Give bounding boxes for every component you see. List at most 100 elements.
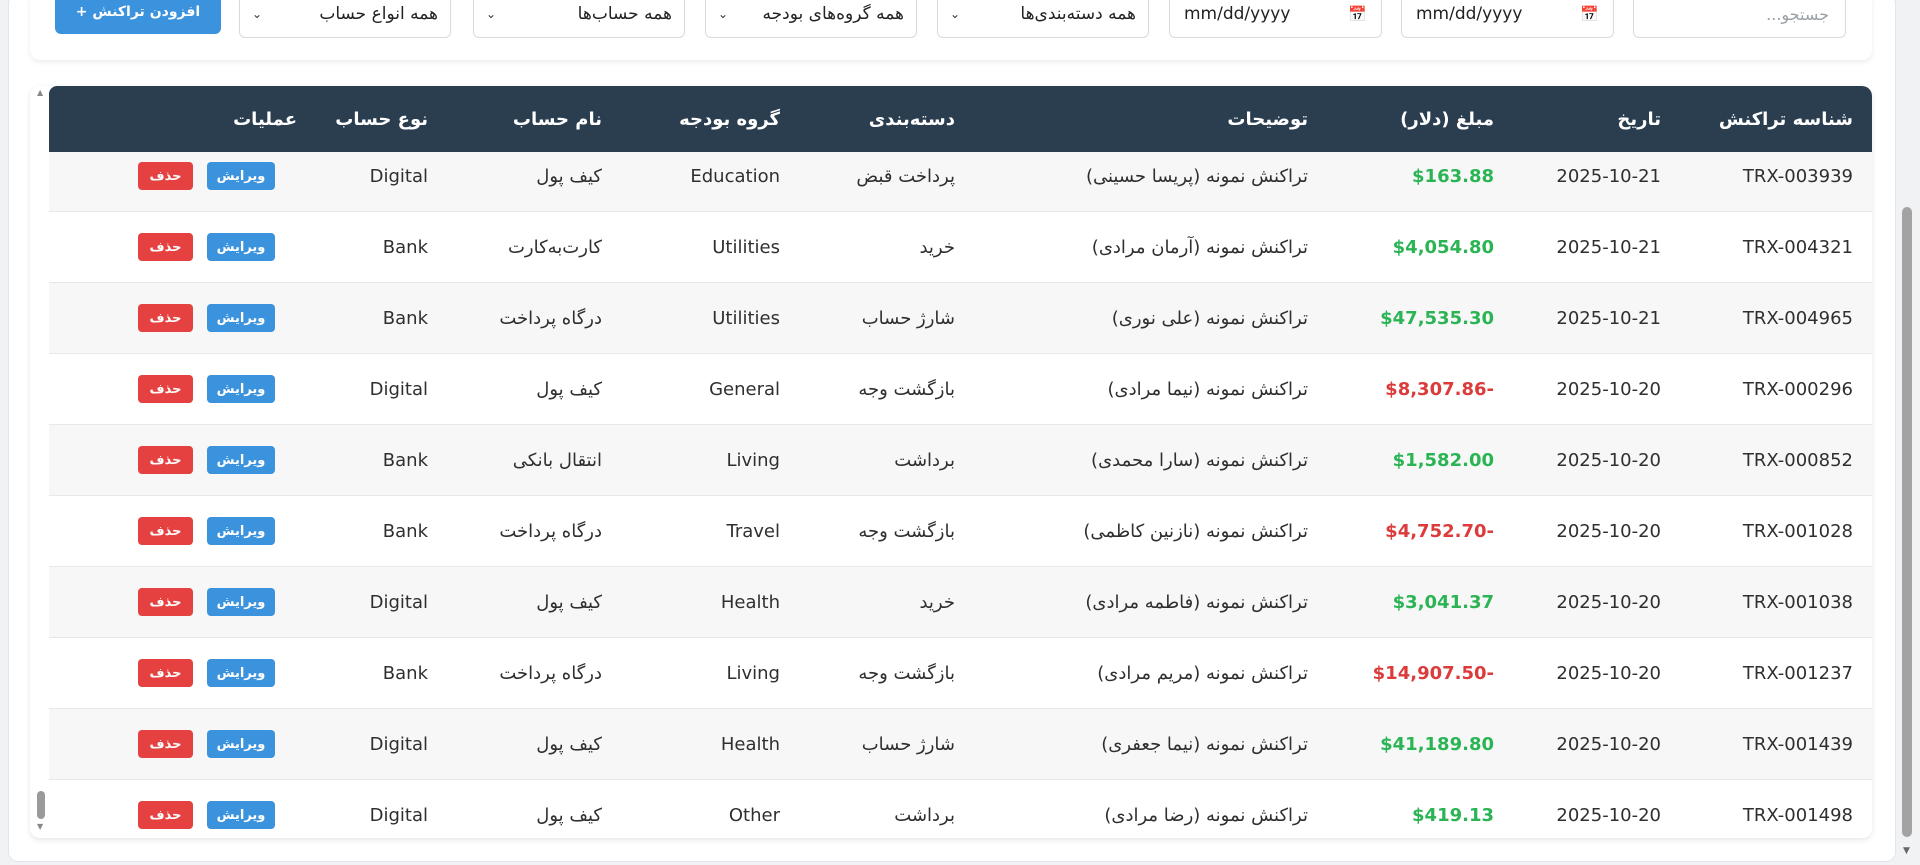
account-type-select[interactable]: همه انواع حساب ⌄ — [239, 0, 451, 38]
cell-account-type: Bank — [382, 308, 428, 329]
date-to-field[interactable]: mm/dd/yyyy 📅 — [1401, 0, 1614, 38]
delete-button[interactable]: حذف — [138, 375, 193, 403]
header-budget-group[interactable]: گروه بودجه — [679, 86, 780, 152]
header-id[interactable]: شناسه تراکنش — [1719, 86, 1853, 152]
edit-button[interactable]: ویرایش — [207, 730, 275, 758]
cell-description: تراکنش نمونه (مریم مرادی) — [1097, 663, 1308, 684]
edit-button[interactable]: ویرایش — [207, 375, 275, 403]
date-from-field[interactable]: mm/dd/yyyy 📅 — [1169, 0, 1382, 38]
cell-category: خرید — [919, 592, 955, 613]
header-category[interactable]: دسته‌بندی — [869, 86, 955, 152]
header-description[interactable]: توضیحات — [1227, 86, 1308, 152]
edit-button[interactable]: ویرایش — [207, 233, 275, 261]
chevron-down-icon: ⌄ — [718, 7, 729, 21]
header-amount[interactable]: مبلغ (دلار) — [1400, 86, 1494, 152]
table-row[interactable]: TRX-001038 2025-10-20 $3,041.37 تراکنش نمون… — [49, 567, 1872, 638]
chevron-down-icon: ⌄ — [950, 7, 961, 21]
cell-account-name: درگاه پرداخت — [499, 308, 602, 329]
cell-date: 2025-10-20 — [1556, 663, 1661, 684]
table-scroll-area[interactable]: شناسه تراکنش تاریخ مبلغ (دلار) توضیحات د… — [30, 86, 1872, 838]
cell-id: TRX-004965 — [1742, 308, 1853, 329]
account-select[interactable]: همه حساب‌ها ⌄ — [473, 0, 685, 38]
cell-date: 2025-10-20 — [1556, 805, 1661, 826]
scroll-down-arrow-icon[interactable]: ▼ — [37, 822, 43, 831]
cell-id: TRX-000296 — [1742, 379, 1853, 400]
table-row[interactable]: TRX-001028 2025-10-20 $4,752.70- تراکنش نمو… — [49, 496, 1872, 567]
header-date[interactable]: تاریخ — [1617, 86, 1661, 152]
table-row[interactable]: TRX-000852 2025-10-20 $1,582.00 تراکنش نمون… — [49, 425, 1872, 496]
cell-budget-group: General — [709, 379, 780, 400]
cell-id: TRX-001038 — [1742, 592, 1853, 613]
scroll-up-arrow-icon[interactable]: ▲ — [37, 88, 43, 97]
delete-button[interactable]: حذف — [138, 304, 193, 332]
cell-account-name: کیف پول — [536, 379, 602, 400]
table-row[interactable]: TRX-004321 2025-10-21 $4,054.80 تراکنش نمون… — [49, 212, 1872, 283]
table-row[interactable]: TRX-000296 2025-10-20 $8,307.86- تراکنش نمو… — [49, 354, 1872, 425]
cell-description: تراکنش نمونه (آرمان مرادی) — [1091, 237, 1308, 258]
search-input[interactable] — [1634, 3, 1831, 25]
page-scrollbar[interactable]: ▼ — [1896, 0, 1920, 865]
table-row[interactable]: TRX-001237 2025-10-20 $14,907.50- تراکنش نم… — [49, 638, 1872, 709]
table-row[interactable]: TRX-001498 2025-10-20 $419.13 تراکنش نمونه … — [49, 780, 1872, 838]
edit-button[interactable]: ویرایش — [207, 162, 275, 190]
edit-button[interactable]: ویرایش — [207, 801, 275, 829]
calendar-icon[interactable]: 📅 — [1348, 5, 1367, 23]
cell-account-type: Bank — [382, 237, 428, 258]
cell-budget-group: Other — [728, 805, 780, 826]
cell-account-type: Digital — [369, 734, 428, 755]
cell-id: TRX-001439 — [1742, 734, 1853, 755]
search-field[interactable] — [1633, 0, 1846, 38]
edit-button[interactable]: ویرایش — [207, 588, 275, 616]
cell-id: TRX-001237 — [1742, 663, 1853, 684]
calendar-icon[interactable]: 📅 — [1580, 5, 1599, 23]
delete-button[interactable]: حذف — [138, 801, 193, 829]
delete-button[interactable]: حذف — [138, 659, 193, 687]
header-account-name[interactable]: نام حساب — [513, 86, 602, 152]
cell-id: TRX-004321 — [1742, 237, 1853, 258]
cell-amount: $1,582.00 — [1392, 450, 1494, 471]
cell-date: 2025-10-20 — [1556, 379, 1661, 400]
cell-date: 2025-10-20 — [1556, 734, 1661, 755]
table-scrollbar-thumb[interactable] — [37, 791, 45, 819]
page-scrollbar-thumb[interactable] — [1902, 207, 1912, 837]
cell-category: شارژ حساب — [861, 308, 955, 329]
delete-button[interactable]: حذف — [138, 730, 193, 758]
cell-account-name: درگاه پرداخت — [499, 663, 602, 684]
cell-budget-group: Health — [720, 734, 780, 755]
cell-amount: $14,907.50- — [1372, 663, 1494, 684]
add-transaction-button[interactable]: + افزودن تراکنش — [55, 0, 221, 34]
cell-account-type: Bank — [382, 521, 428, 542]
table-row[interactable]: TRX-001439 2025-10-20 $41,189.80 تراکنش نمو… — [49, 709, 1872, 780]
scroll-down-arrow-icon[interactable]: ▼ — [1903, 846, 1910, 856]
delete-button[interactable]: حذف — [138, 446, 193, 474]
cell-account-name: کیف پول — [536, 592, 602, 613]
cell-amount: $3,041.37 — [1392, 592, 1494, 613]
cell-category: شارژ حساب — [861, 734, 955, 755]
category-select[interactable]: همه دسته‌بندی‌ها ⌄ — [937, 0, 1149, 38]
cell-date: 2025-10-21 — [1556, 237, 1661, 258]
cell-budget-group: Utilities — [712, 308, 780, 329]
delete-button[interactable]: حذف — [138, 233, 193, 261]
cell-account-type: Digital — [369, 592, 428, 613]
edit-button[interactable]: ویرایش — [207, 446, 275, 474]
table-scrollbar[interactable]: ▲ ▼ — [34, 86, 48, 838]
budget-group-select[interactable]: همه گروه‌های بودجه ⌄ — [705, 0, 917, 38]
delete-button[interactable]: حذف — [138, 588, 193, 616]
cell-description: تراکنش نمونه (نیما مرادی) — [1107, 379, 1309, 400]
cell-id: TRX-001028 — [1742, 521, 1853, 542]
header-actions: عملیات — [233, 108, 297, 130]
cell-date: 2025-10-20 — [1556, 592, 1661, 613]
cell-category: بازگشت وجه — [858, 663, 955, 684]
cell-budget-group: Travel — [726, 521, 780, 542]
delete-button[interactable]: حذف — [138, 517, 193, 545]
delete-button[interactable]: حذف — [138, 162, 193, 190]
cell-id: TRX-000852 — [1742, 450, 1853, 471]
header-account-type[interactable]: نوع حساب — [335, 86, 428, 152]
edit-button[interactable]: ویرایش — [207, 304, 275, 332]
cell-date: 2025-10-20 — [1556, 450, 1661, 471]
table-row[interactable]: TRX-004965 2025-10-21 $47,535.30 تراکنش نمو… — [49, 283, 1872, 354]
table-header: شناسه تراکنش تاریخ مبلغ (دلار) توضیحات د… — [49, 86, 1872, 152]
cell-amount: $419.13 — [1412, 805, 1494, 826]
edit-button[interactable]: ویرایش — [207, 659, 275, 687]
edit-button[interactable]: ویرایش — [207, 517, 275, 545]
